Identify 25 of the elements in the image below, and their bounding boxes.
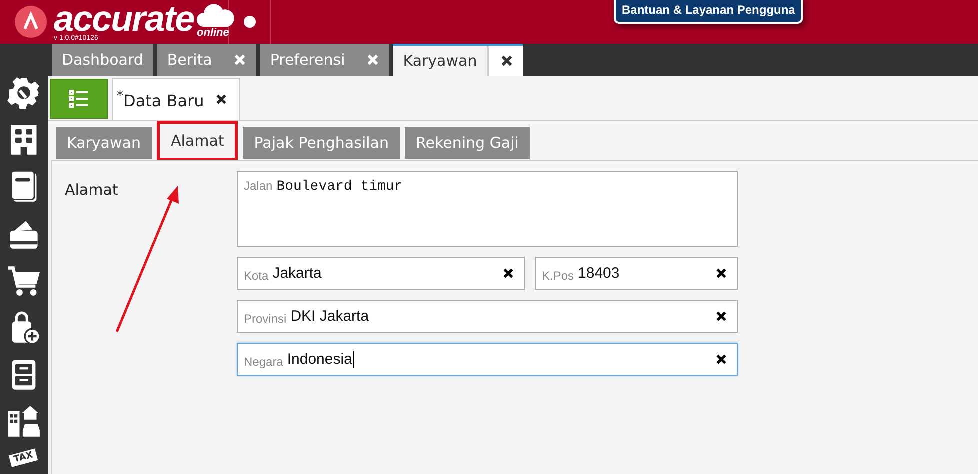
help-button[interactable]: Bantuan & Layanan Pengguna <box>614 0 804 24</box>
gear-icon[interactable] <box>7 76 41 110</box>
logo-icon <box>14 5 48 39</box>
close-icon[interactable] <box>501 55 514 67</box>
clear-icon[interactable] <box>716 268 727 279</box>
list-button[interactable] <box>50 79 108 119</box>
clear-icon[interactable] <box>503 268 514 279</box>
input-field[interactable]: Provinsi DKI Jakarta <box>237 300 738 333</box>
app-tab[interactable]: Karyawan <box>393 44 524 76</box>
clear-icon[interactable] <box>716 311 727 322</box>
input-field[interactable]: K.Pos 18403 <box>535 257 738 290</box>
cloud-icon <box>196 3 236 27</box>
cart-icon[interactable] <box>7 264 41 298</box>
brand-suffix: online <box>197 27 230 39</box>
input-field[interactable]: Kota Jakarta <box>237 257 525 290</box>
street-field[interactable]: Jalan Boulevard timur <box>237 171 738 247</box>
document-tab[interactable]: $^{*}$Data Baru <box>112 78 240 120</box>
clear-icon[interactable] <box>716 354 727 365</box>
form-tab[interactable]: Alamat <box>156 121 238 161</box>
input-field[interactable]: Negara Indonesia <box>237 343 738 376</box>
dot-icon <box>244 16 256 28</box>
list-icon <box>69 90 89 108</box>
property-icon[interactable] <box>7 405 41 439</box>
tax-icon[interactable]: TAX <box>9 448 39 468</box>
close-icon[interactable] <box>216 94 228 105</box>
